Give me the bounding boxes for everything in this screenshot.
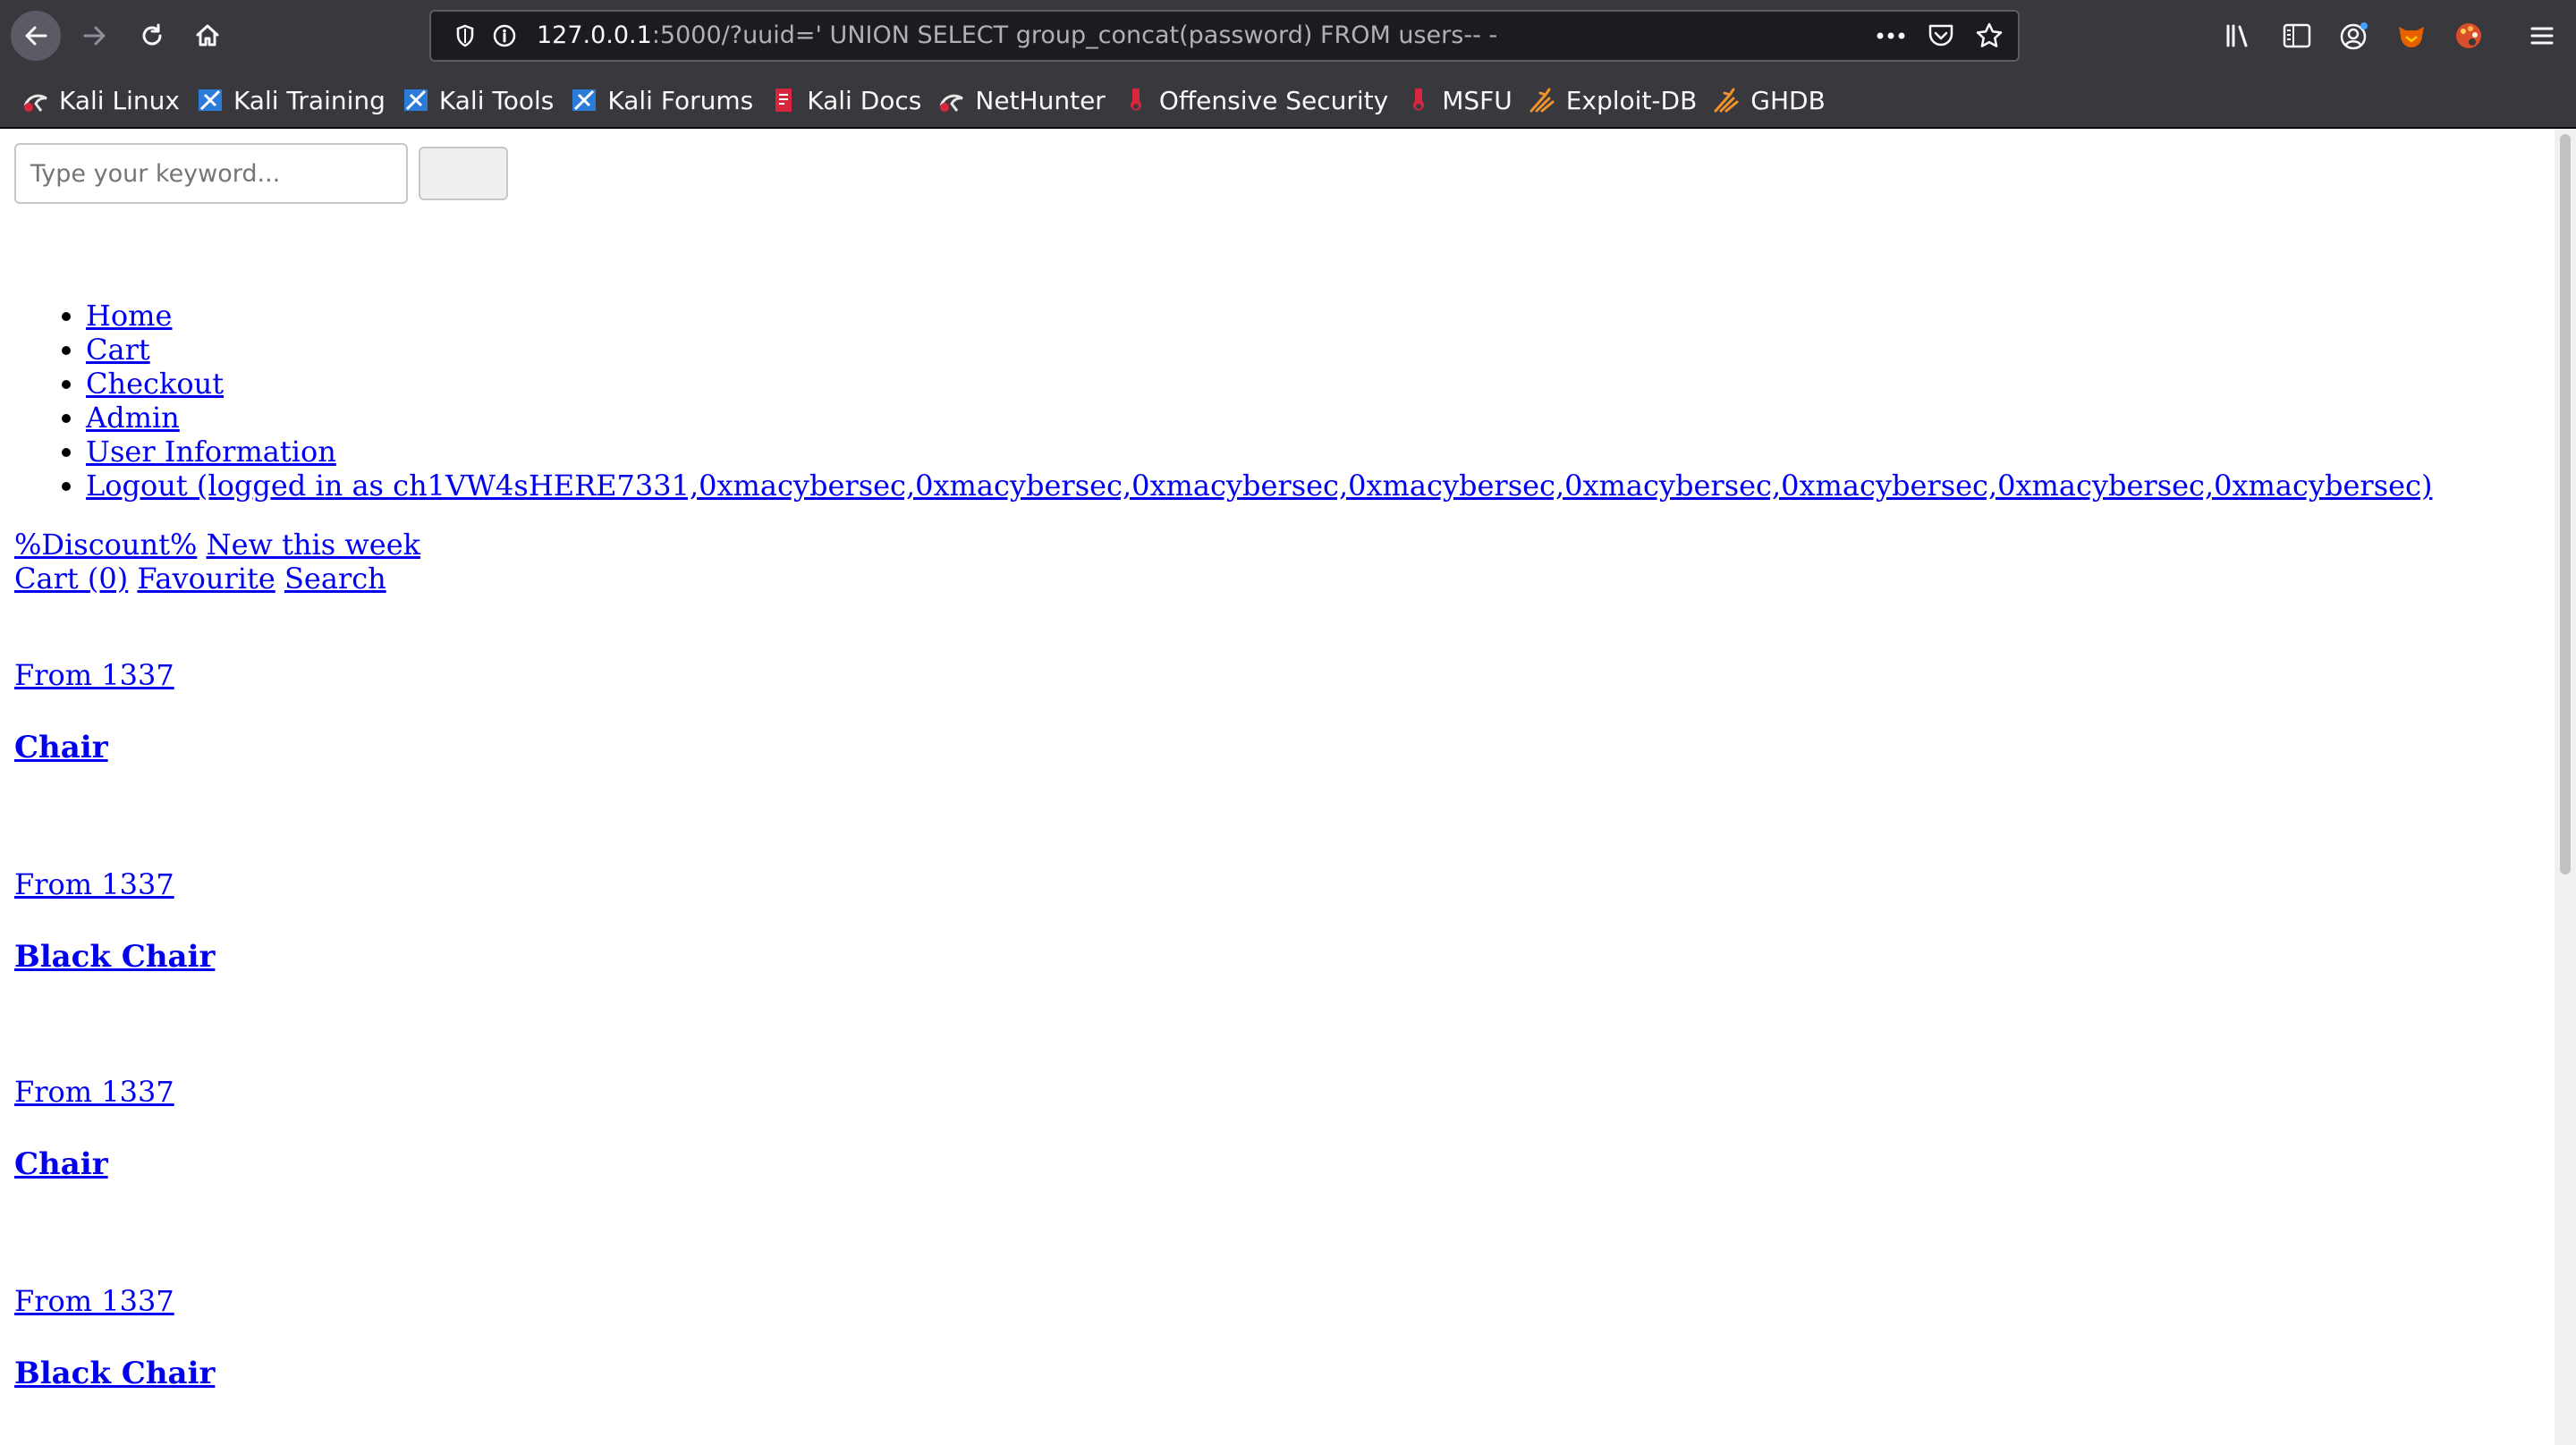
- bookmark-ghdb[interactable]: GHDB: [1707, 78, 1833, 123]
- bookmark-label: NetHunter: [975, 85, 1106, 115]
- account-button[interactable]: [2329, 11, 2379, 61]
- bookmark-label: Exploit-DB: [1565, 85, 1698, 115]
- browser-toolbar: 127.0.0.1:5000/?uuid=' UNION SELECT grou…: [0, 0, 2576, 72]
- extension-fox-icon: [2399, 27, 2424, 47]
- quick-links: Cart (0) Favourite Search: [14, 562, 386, 596]
- nav-item-user-information: User Information: [86, 435, 2432, 469]
- web-page: Home Cart Checkout Admin User Informatio…: [0, 129, 2555, 1445]
- bookmark-label: Offensive Security: [1158, 85, 1389, 115]
- back-button[interactable]: [11, 11, 61, 61]
- keyword-search-input[interactable]: [14, 143, 408, 204]
- url-text[interactable]: 127.0.0.1:5000/?uuid=' UNION SELECT grou…: [537, 12, 1497, 60]
- extension-button-2[interactable]: [2444, 11, 2494, 61]
- bookmarks-toolbar: Kali Linux Kali Training Kali Tools Kali…: [0, 75, 2576, 125]
- product-price-link[interactable]: From 1337: [14, 658, 174, 692]
- bookmark-kali-forums[interactable]: Kali Forums: [564, 78, 760, 123]
- exploit-db-icon: [1527, 84, 1559, 116]
- arrow-right-icon: [83, 26, 106, 46]
- bookmark-label: Kali Training: [233, 85, 386, 115]
- nav-link-home[interactable]: Home: [86, 299, 172, 333]
- nav-link-cart[interactable]: Cart: [86, 333, 150, 367]
- search-submit-button[interactable]: [419, 147, 508, 200]
- bookmark-star-icon[interactable]: [1971, 12, 2007, 60]
- nav-link-user-information[interactable]: User Information: [86, 435, 336, 469]
- pocket-icon[interactable]: [1923, 12, 1959, 60]
- bookmark-label: Kali Docs: [807, 85, 922, 115]
- product-name-link[interactable]: Black Chair: [14, 939, 215, 975]
- nav-item-logout: Logout (logged in as ch1VW4sHERE7331,0xm…: [86, 469, 2432, 503]
- page-actions-more-icon[interactable]: [1871, 12, 1911, 60]
- product-name-link[interactable]: Chair: [14, 1146, 108, 1182]
- url-path: :5000/?uuid=' UNION SELECT group_concat(…: [651, 21, 1498, 49]
- sidebar-toggle-button[interactable]: [2272, 11, 2322, 61]
- product-price-link[interactable]: From 1337: [14, 1075, 174, 1109]
- hamburger-menu-icon: [2530, 27, 2554, 45]
- nav-link-logout[interactable]: Logout (logged in as ch1VW4sHERE7331,0xm…: [86, 469, 2432, 503]
- home-button[interactable]: [182, 11, 233, 61]
- nav-item-admin: Admin: [86, 401, 2432, 435]
- extension-button-1[interactable]: [2386, 11, 2436, 61]
- nav-item-home: Home: [86, 299, 2432, 333]
- nav-item-checkout: Checkout: [86, 367, 2432, 401]
- url-host: 127.0.0.1: [537, 21, 652, 49]
- bookmark-label: Kali Forums: [607, 85, 754, 115]
- account-icon: [2340, 22, 2368, 50]
- bookmark-kali-training[interactable]: Kali Training: [191, 78, 393, 123]
- reload-icon: [142, 23, 162, 46]
- arrow-left-icon: [25, 26, 47, 46]
- product-name-link[interactable]: Black Chair: [14, 1356, 215, 1391]
- home-icon: [196, 24, 219, 46]
- bookmark-nethunter[interactable]: NetHunter: [932, 78, 1112, 123]
- library-icon: [2226, 24, 2248, 47]
- cart-count-link[interactable]: Cart (0): [14, 562, 128, 596]
- promo-links: %Discount% New this week: [14, 528, 420, 562]
- scrollbar-thumb[interactable]: [2560, 134, 2571, 875]
- bookmark-exploit-db[interactable]: Exploit-DB: [1523, 78, 1705, 123]
- product-price-link[interactable]: From 1337: [14, 1284, 174, 1318]
- site-info-icon[interactable]: [490, 12, 519, 60]
- favourite-link[interactable]: Favourite: [137, 562, 275, 596]
- offsec-icon: [1120, 84, 1152, 116]
- kali-tools-icon: [400, 84, 432, 116]
- kali-forums-icon: [568, 84, 600, 116]
- tracking-protection-shield-icon[interactable]: [451, 12, 479, 60]
- product-name-link[interactable]: Chair: [14, 730, 108, 765]
- app-menu-button[interactable]: [2517, 11, 2567, 61]
- msfu-icon: [1402, 84, 1435, 116]
- discount-link[interactable]: %Discount%: [14, 528, 197, 562]
- url-bar[interactable]: 127.0.0.1:5000/?uuid=' UNION SELECT grou…: [429, 10, 2020, 62]
- bookmark-label: Kali Tools: [438, 85, 555, 115]
- bookmark-offensive-security[interactable]: Offensive Security: [1116, 78, 1395, 123]
- sidebar-icon: [2283, 23, 2311, 48]
- search-link[interactable]: Search: [284, 562, 386, 596]
- page-scrollbar[interactable]: [2555, 129, 2576, 1445]
- ghdb-icon: [1711, 84, 1743, 116]
- bookmark-kali-tools[interactable]: Kali Tools: [396, 78, 561, 123]
- kali-dragon-icon: [20, 84, 52, 116]
- bookmark-label: GHDB: [1750, 85, 1826, 115]
- nav-link-checkout[interactable]: Checkout: [86, 367, 224, 401]
- main-nav-list: Home Cart Checkout Admin User Informatio…: [0, 299, 2432, 503]
- product-price-link[interactable]: From 1337: [14, 867, 174, 901]
- reload-button[interactable]: [127, 11, 177, 61]
- forward-button[interactable]: [70, 11, 120, 61]
- library-button[interactable]: [2215, 11, 2265, 61]
- bookmark-label: Kali Linux: [59, 85, 180, 115]
- new-this-week-link[interactable]: New this week: [207, 528, 420, 562]
- extension-palette-icon: [2456, 23, 2481, 48]
- nethunter-icon: [936, 84, 968, 116]
- nav-item-cart: Cart: [86, 333, 2432, 367]
- browser-chrome: 127.0.0.1:5000/?uuid=' UNION SELECT grou…: [0, 0, 2576, 129]
- kali-training-icon: [194, 84, 226, 116]
- bookmark-kali-linux[interactable]: Kali Linux: [16, 78, 187, 123]
- nav-link-admin[interactable]: Admin: [86, 401, 180, 435]
- bookmark-msfu[interactable]: MSFU: [1399, 78, 1520, 123]
- bookmark-kali-docs[interactable]: Kali Docs: [764, 78, 928, 123]
- kali-docs-icon: [767, 84, 800, 116]
- bookmark-label: MSFU: [1442, 85, 1513, 115]
